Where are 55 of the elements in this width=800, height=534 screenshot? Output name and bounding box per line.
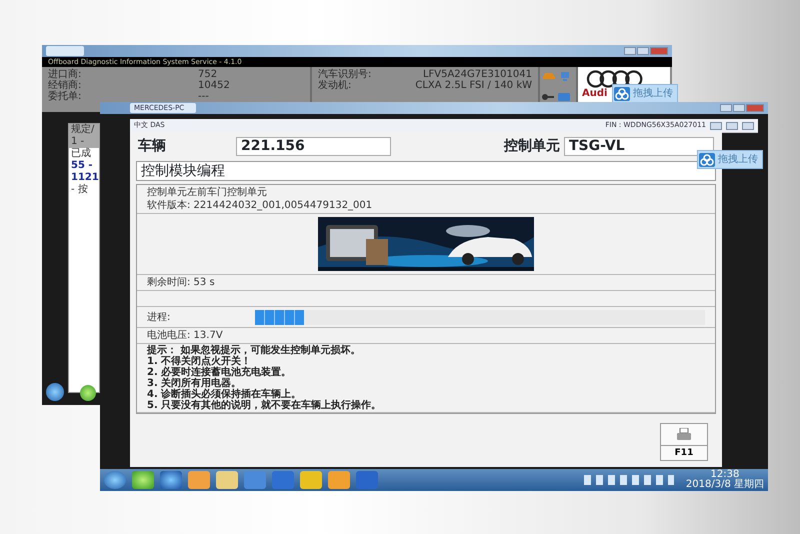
info-value: 752 xyxy=(198,69,218,80)
tip-text: 2. 必要时连接蓄电池充电装置。 xyxy=(147,367,292,378)
key-icon[interactable] xyxy=(542,92,554,100)
minimize-button[interactable] xyxy=(710,122,722,130)
clock-date: 2018/3/8 星期四 xyxy=(686,480,764,490)
side-text: 1 - xyxy=(69,136,99,148)
info-label: 发动机: xyxy=(318,80,352,91)
side-text: 规定/ xyxy=(69,124,99,136)
side-text: 55 - xyxy=(70,160,94,172)
field-label: 控制单元 xyxy=(504,137,560,156)
info-label: 汽车识别号: xyxy=(318,69,372,80)
tray-icons[interactable] xyxy=(584,475,674,485)
info-value: CLXA 2.5L FSI / 140 kW xyxy=(415,80,532,91)
progress-label: 进程: xyxy=(147,310,172,324)
battery-voltage: 电池电压: 13.7V xyxy=(137,328,715,344)
close-button[interactable] xyxy=(742,122,754,130)
minimize-button[interactable] xyxy=(720,104,732,112)
remote-tab[interactable] xyxy=(46,46,84,56)
info-value: --- xyxy=(198,91,209,102)
close-button[interactable] xyxy=(746,104,764,112)
side-text: 已成 xyxy=(70,148,92,160)
cloud-icon xyxy=(699,152,715,166)
minimize-button[interactable] xyxy=(624,47,636,55)
section-title: 控制模块编程 xyxy=(136,161,716,181)
unit-name: 控制单元左前车门控制单元 xyxy=(147,186,268,199)
info-value: LFV5A24G7E3101041 xyxy=(422,69,532,80)
start-button[interactable] xyxy=(80,385,96,401)
unit-field: TSG-VL xyxy=(564,137,714,156)
brand-logo-text: Audi xyxy=(582,88,608,99)
info-label: 委托单: xyxy=(48,91,82,102)
car-icon[interactable] xyxy=(542,71,556,80)
maximize-button[interactable] xyxy=(733,104,745,112)
close-button[interactable] xyxy=(650,47,668,55)
software-version: 软件版本: 2214424032_001,0054479132_001 xyxy=(147,199,374,212)
tip-text: 1. 不得关闭点火开关！ xyxy=(147,356,252,367)
side-text: 1121 xyxy=(70,172,99,184)
start-button[interactable] xyxy=(46,383,64,401)
field-label: 车辆 xyxy=(138,137,166,156)
tip-text: 4. 诊断插头必须保持插在车辆上。 xyxy=(147,389,302,400)
tip-text: 3. 关闭所有用电器。 xyxy=(147,378,242,389)
clock-time: 12:38 xyxy=(710,470,740,480)
maximize-button[interactable] xyxy=(637,47,649,55)
tip-text: 5. 只要没有其他的说明，就不要在车辆上执行操作。 xyxy=(147,400,382,411)
vehicle-field: 221.156 xyxy=(236,137,391,156)
info-label: 进口商: xyxy=(48,69,82,80)
info-label: 经销商: xyxy=(48,80,82,91)
start-button[interactable] xyxy=(104,471,126,489)
print-button[interactable]: F11 xyxy=(660,423,708,461)
remaining-time: 剩余时间: 53 s xyxy=(137,275,715,291)
cloud-icon xyxy=(614,86,630,100)
side-text: - 按 xyxy=(70,184,89,196)
printer-icon xyxy=(676,428,692,442)
info-value: 10452 xyxy=(198,80,230,91)
maximize-button[interactable] xyxy=(726,122,738,130)
tip-text: 提示： 如果忽视提示，可能发生控制单元损坏。 xyxy=(147,345,362,356)
